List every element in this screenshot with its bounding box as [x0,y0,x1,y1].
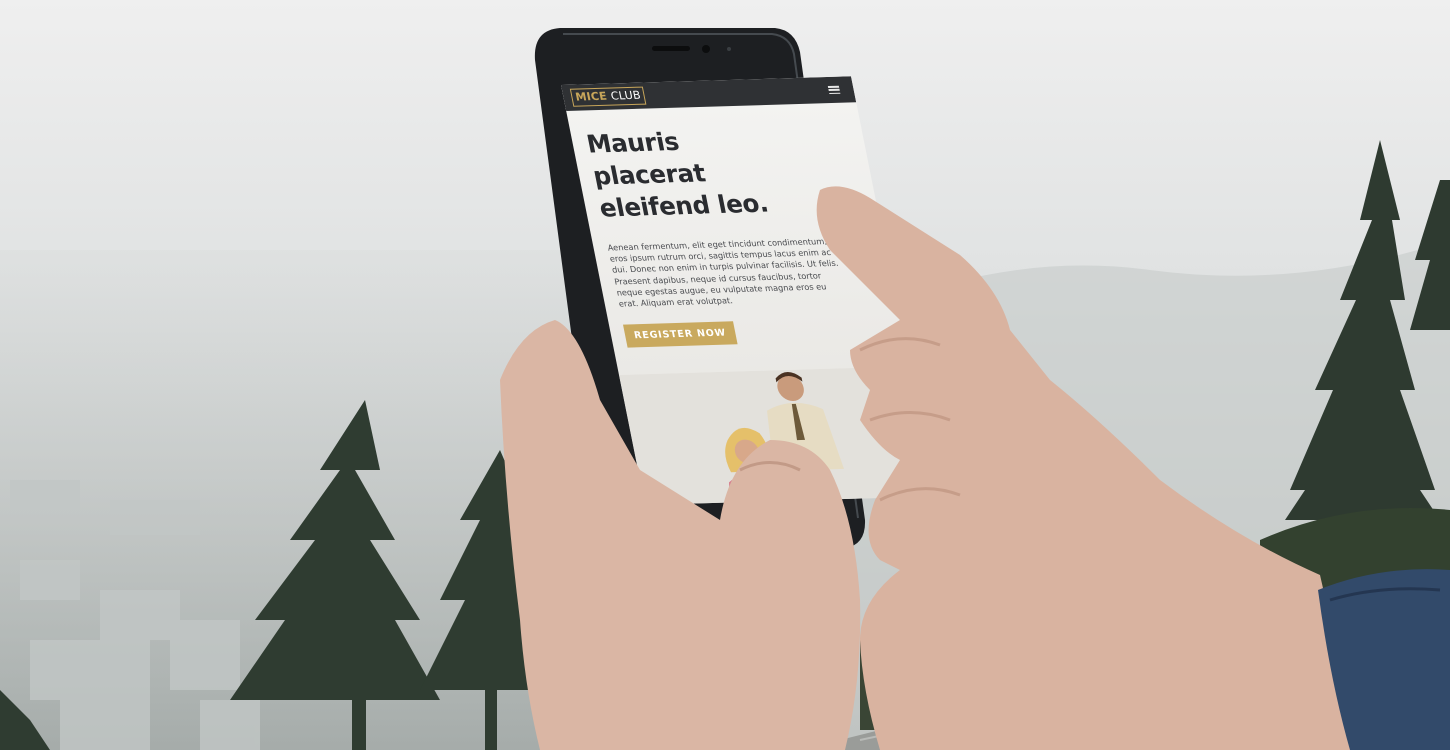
hands [500,186,1450,750]
photo-scene: MICE CLUB Mauris placerat eleifend leo. … [0,0,1450,750]
